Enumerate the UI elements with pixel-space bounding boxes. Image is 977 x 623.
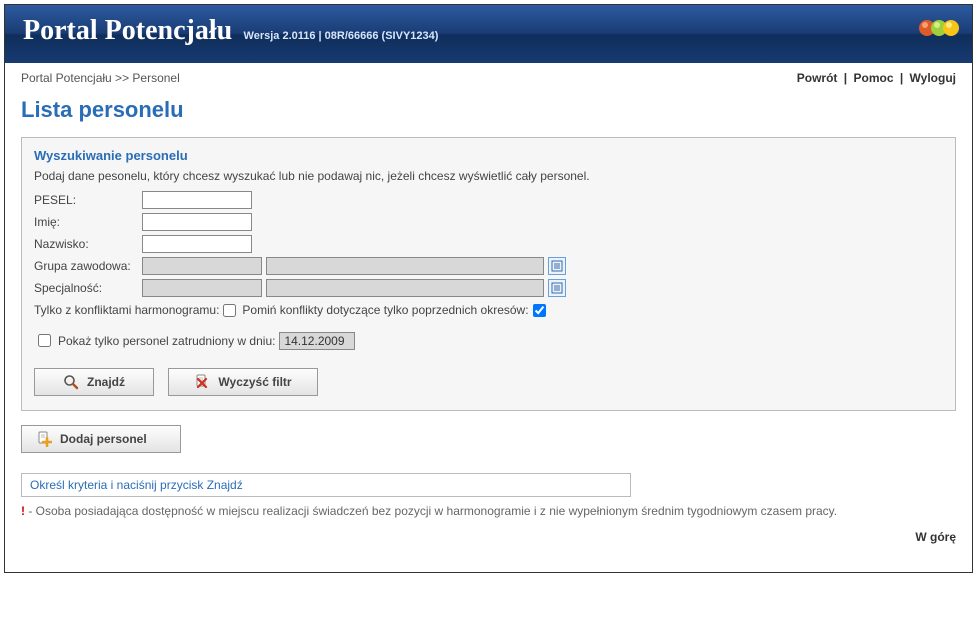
legend-text: - Osoba posiadająca dostępność w miejscu… <box>25 504 837 518</box>
clear-filter-button[interactable]: Wyczyść filtr <box>168 368 318 396</box>
pesel-label: PESEL: <box>34 193 142 207</box>
skip-prev-label: Pomiń konflikty dotyczące tylko poprzedn… <box>242 303 528 317</box>
legend-note: ! - Osoba posiadająca dostępność w miejs… <box>21 503 956 520</box>
clear-filter-label: Wyczyść filtr <box>218 375 291 389</box>
only-date-input[interactable] <box>279 332 355 350</box>
imie-label: Imię: <box>34 215 142 229</box>
grupa-name-input[interactable] <box>266 257 544 275</box>
specjalnosc-label: Specjalność: <box>34 281 142 295</box>
grupa-code-input[interactable] <box>142 257 262 275</box>
grupa-label: Grupa zawodowa: <box>34 259 142 273</box>
add-personnel-label: Dodaj personel <box>60 432 147 446</box>
only-date-checkbox[interactable] <box>38 334 51 347</box>
breadcrumb: Portal Potencjału >> Personel <box>21 71 180 85</box>
specjalnosc-code-input[interactable] <box>142 279 262 297</box>
nazwisko-input[interactable] <box>142 235 252 253</box>
skip-prev-checkbox[interactable] <box>533 304 546 317</box>
list-icon <box>551 282 563 294</box>
app-title: Portal Potencjału <box>23 15 232 47</box>
app-header: Portal Potencjału Wersja 2.0116 | 08R/66… <box>5 5 972 63</box>
pesel-input[interactable] <box>142 191 252 209</box>
page-title: Lista personelu <box>21 97 956 123</box>
find-button[interactable]: Znajdź <box>34 368 154 396</box>
add-icon <box>36 431 52 447</box>
top-links: Powrót | Pomoc | Wyloguj <box>797 71 956 85</box>
find-button-label: Znajdź <box>87 375 125 389</box>
magnifier-icon <box>63 374 79 390</box>
only-date-label: Pokaż tylko personel zatrudniony w dniu: <box>58 334 275 348</box>
grupa-lookup-button[interactable] <box>548 257 566 275</box>
search-description: Podaj dane pesonelu, który chcesz wyszuk… <box>34 169 943 183</box>
search-heading: Wyszukiwanie personelu <box>34 148 943 163</box>
scroll-top-link[interactable]: W górę <box>915 530 956 544</box>
clear-icon <box>194 374 210 390</box>
back-link[interactable]: Powrót <box>797 71 838 85</box>
help-link[interactable]: Pomoc <box>853 71 893 85</box>
conflict-checkbox[interactable] <box>223 304 236 317</box>
logo-balls-icon <box>916 15 960 44</box>
nazwisko-label: Nazwisko: <box>34 237 142 251</box>
specjalnosc-lookup-button[interactable] <box>548 279 566 297</box>
add-personnel-button[interactable]: Dodaj personel <box>21 425 181 453</box>
list-icon <box>551 260 563 272</box>
specjalnosc-name-input[interactable] <box>266 279 544 297</box>
logout-link[interactable]: Wyloguj <box>910 71 956 85</box>
app-version: Wersja 2.0116 | 08R/66666 (SIVY1234) <box>244 30 439 42</box>
search-panel: Wyszukiwanie personelu Podaj dane pesone… <box>21 137 956 411</box>
info-box: Określ kryteria i naciśnij przycisk Znaj… <box>21 473 631 497</box>
imie-input[interactable] <box>142 213 252 231</box>
conflict-label: Tylko z konfliktami harmonogramu: <box>34 303 219 317</box>
